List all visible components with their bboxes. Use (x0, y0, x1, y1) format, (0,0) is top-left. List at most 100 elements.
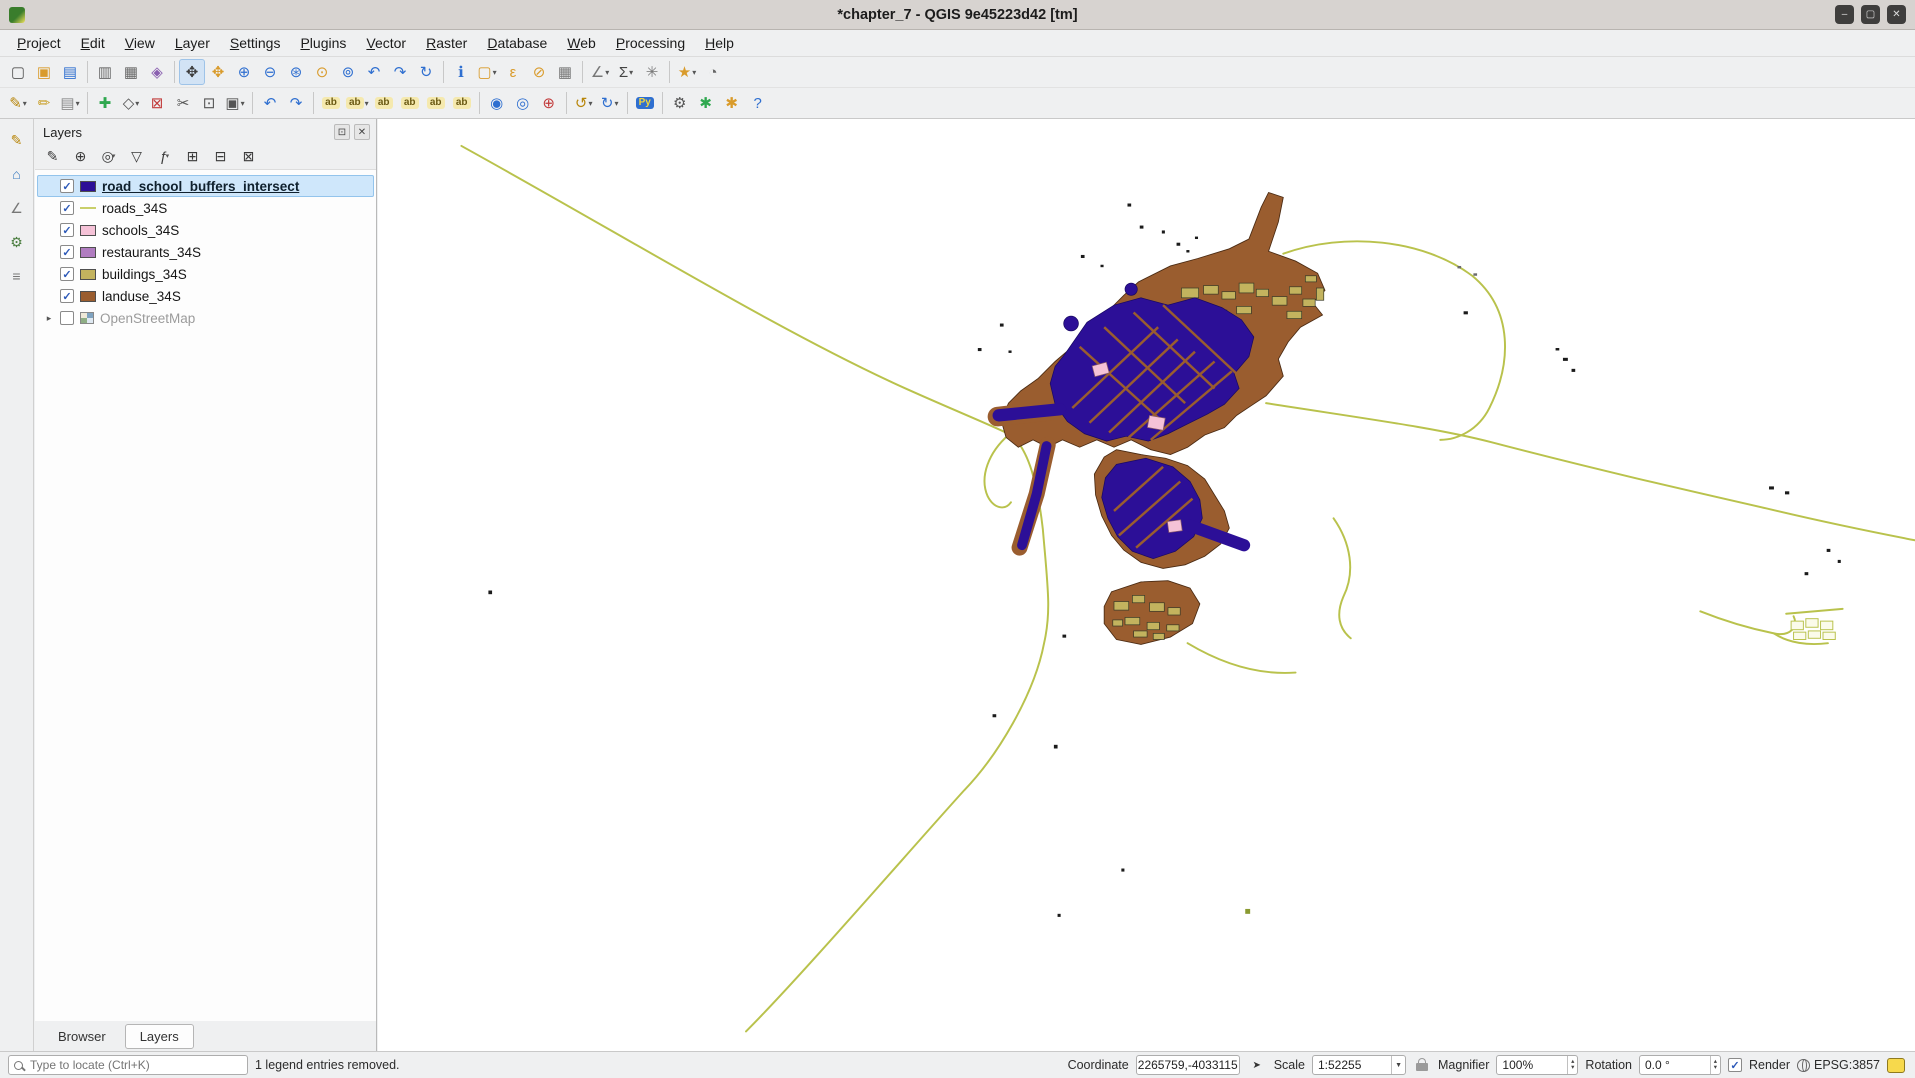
new-project-button[interactable]: ▢ (5, 59, 31, 85)
maximize-button[interactable]: ▢ (1861, 5, 1880, 24)
processing-toolbox-button[interactable]: ⚙ (667, 90, 693, 116)
collapse-all-button[interactable]: ⊟ (208, 145, 233, 167)
copy-features-button[interactable]: ⊡ (196, 90, 222, 116)
layer-checkbox[interactable]: ✓ (60, 267, 74, 281)
layer-checkbox[interactable] (60, 311, 74, 325)
menu-plugins[interactable]: Plugins (291, 32, 355, 54)
help-button[interactable]: ? (745, 90, 771, 116)
coordinate-input[interactable]: 2265759,-4033115 (1136, 1055, 1240, 1075)
layer-expander-icon[interactable]: ▸ (44, 313, 54, 324)
select-by-expression-button[interactable]: ε (500, 59, 526, 85)
menu-vector[interactable]: Vector (357, 32, 415, 54)
python-console-button[interactable]: Py (632, 90, 658, 116)
layer-checkbox[interactable]: ✓ (60, 179, 74, 193)
new-bookmark-button[interactable]: ★▾ (674, 59, 700, 85)
tab-layers[interactable]: Layers (125, 1024, 194, 1049)
rotation-spinbox[interactable]: 0.0 ° ▴▾ (1639, 1055, 1721, 1075)
messages-icon[interactable] (1887, 1058, 1905, 1073)
layer-item-buildings_34S[interactable]: ✓buildings_34S (37, 263, 374, 285)
select-features-button[interactable]: ▢▾ (474, 59, 500, 85)
menu-view[interactable]: View (116, 32, 164, 54)
add-group-button[interactable]: ⊕ (68, 145, 93, 167)
rotate-label-button[interactable]: ab (423, 90, 449, 116)
float-panel-button[interactable]: ⊡ (334, 124, 350, 140)
zoom-full-button[interactable]: ⊛ (283, 59, 309, 85)
layer-item-road_school_buffers_intersect[interactable]: ✓road_school_buffers_intersect (37, 175, 374, 197)
layer-item-roads_34S[interactable]: ✓roads_34S (37, 197, 374, 219)
layer-checkbox[interactable]: ✓ (60, 245, 74, 259)
save-project-button[interactable]: ▤ (57, 59, 83, 85)
layer-item-schools_34S[interactable]: ✓schools_34S (37, 219, 374, 241)
temporal-controller-button[interactable]: ◔ (700, 59, 726, 85)
statistics-button[interactable]: Σ▾ (613, 59, 639, 85)
dock-advanced-digitizing-icon[interactable]: ∠ (6, 197, 28, 219)
open-project-button[interactable]: ▣ (31, 59, 57, 85)
paste-features-button[interactable]: ▣▾ (222, 90, 248, 116)
menu-settings[interactable]: Settings (221, 32, 290, 54)
menu-edit[interactable]: Edit (72, 32, 114, 54)
minimize-button[interactable]: – (1835, 5, 1854, 24)
geocode-button[interactable]: ⊕ (536, 90, 562, 116)
render-checkbox[interactable]: ✓ (1728, 1058, 1742, 1072)
rotation-spin-arrows[interactable]: ▴▾ (1710, 1056, 1720, 1074)
zoom-in-button[interactable]: ⊕ (231, 59, 257, 85)
new-print-layout-button[interactable]: ▥ (92, 59, 118, 85)
move-label-button[interactable]: ab (397, 90, 423, 116)
layer-item-landuse_34S[interactable]: ✓landuse_34S (37, 285, 374, 307)
dock-browser-icon[interactable]: ⌂ (6, 163, 28, 185)
add-feature-button[interactable]: ✚ (92, 90, 118, 116)
layer-item-OpenStreetMap[interactable]: ▸OpenStreetMap (37, 307, 374, 329)
redo-button[interactable]: ↷ (283, 90, 309, 116)
layer-checkbox[interactable]: ✓ (60, 223, 74, 237)
tab-browser[interactable]: Browser (43, 1024, 121, 1049)
refresh-map-button[interactable]: ↻ (413, 59, 439, 85)
deselect-features-button[interactable]: ⊘ (526, 59, 552, 85)
title-bar[interactable]: *chapter_7 - QGIS 9e45223d42 [tm] – ▢ ✕ (0, 0, 1915, 30)
current-edits-button[interactable]: ✎▾ (5, 90, 31, 116)
zoom-next-button[interactable]: ↷ (387, 59, 413, 85)
paste-style-button[interactable]: ↻▾ (597, 90, 623, 116)
metasearch-button[interactable]: ◉ (484, 90, 510, 116)
menu-processing[interactable]: Processing (607, 32, 694, 54)
map-tips-button[interactable]: ✳ (639, 59, 665, 85)
vertex-tool-button[interactable]: ◇▾ (118, 90, 144, 116)
toggle-editing-button[interactable]: ✏ (31, 90, 57, 116)
close-panel-button[interactable]: ✕ (354, 124, 370, 140)
map-canvas[interactable] (378, 119, 1915, 1051)
layer-checkbox[interactable]: ✓ (60, 289, 74, 303)
copy-style-button[interactable]: ↺▾ (571, 90, 597, 116)
style-manager-button[interactable]: ◈ (144, 59, 170, 85)
delete-selected-button[interactable]: ⊠ (144, 90, 170, 116)
osm-place-search-button[interactable]: ◎ (510, 90, 536, 116)
toggle-extents-button[interactable]: ➤ (1247, 1055, 1267, 1075)
lock-scale-button[interactable] (1413, 1055, 1431, 1075)
identify-features-button[interactable]: ℹ (448, 59, 474, 85)
scale-dropdown-icon[interactable]: ▼ (1391, 1056, 1405, 1074)
pan-to-selection-button[interactable]: ✥ (205, 59, 231, 85)
menu-help[interactable]: Help (696, 32, 743, 54)
layer-checkbox[interactable]: ✓ (60, 201, 74, 215)
pan-map-button[interactable]: ✥ (179, 59, 205, 85)
close-button[interactable]: ✕ (1887, 5, 1906, 24)
expand-all-button[interactable]: ⊞ (180, 145, 205, 167)
layer-labeling-button[interactable]: ab (318, 90, 344, 116)
menu-raster[interactable]: Raster (417, 32, 476, 54)
open-layer-styling-button[interactable]: ✎ (40, 145, 65, 167)
cut-features-button[interactable]: ✂ (170, 90, 196, 116)
zoom-to-layer-button[interactable]: ⊚ (335, 59, 361, 85)
measure-button[interactable]: ∠▾ (587, 59, 613, 85)
highlight-pinned-labels-button[interactable]: ab (371, 90, 397, 116)
magnifier-spinbox[interactable]: 100% ▴▾ (1496, 1055, 1578, 1075)
layout-manager-button[interactable]: ▦ (118, 59, 144, 85)
zoom-last-button[interactable]: ↶ (361, 59, 387, 85)
plugin-a-button[interactable]: ✱ (693, 90, 719, 116)
open-attribute-table-button[interactable]: ▦ (552, 59, 578, 85)
change-label-properties-button[interactable]: ab (449, 90, 475, 116)
undo-button[interactable]: ↶ (257, 90, 283, 116)
menu-database[interactable]: Database (478, 32, 556, 54)
zoom-out-button[interactable]: ⊖ (257, 59, 283, 85)
remove-layer-button[interactable]: ⊠ (236, 145, 261, 167)
menu-project[interactable]: Project (8, 32, 70, 54)
locator-bar[interactable] (8, 1055, 248, 1075)
manage-map-themes-button[interactable]: ◎▾ (96, 145, 121, 167)
